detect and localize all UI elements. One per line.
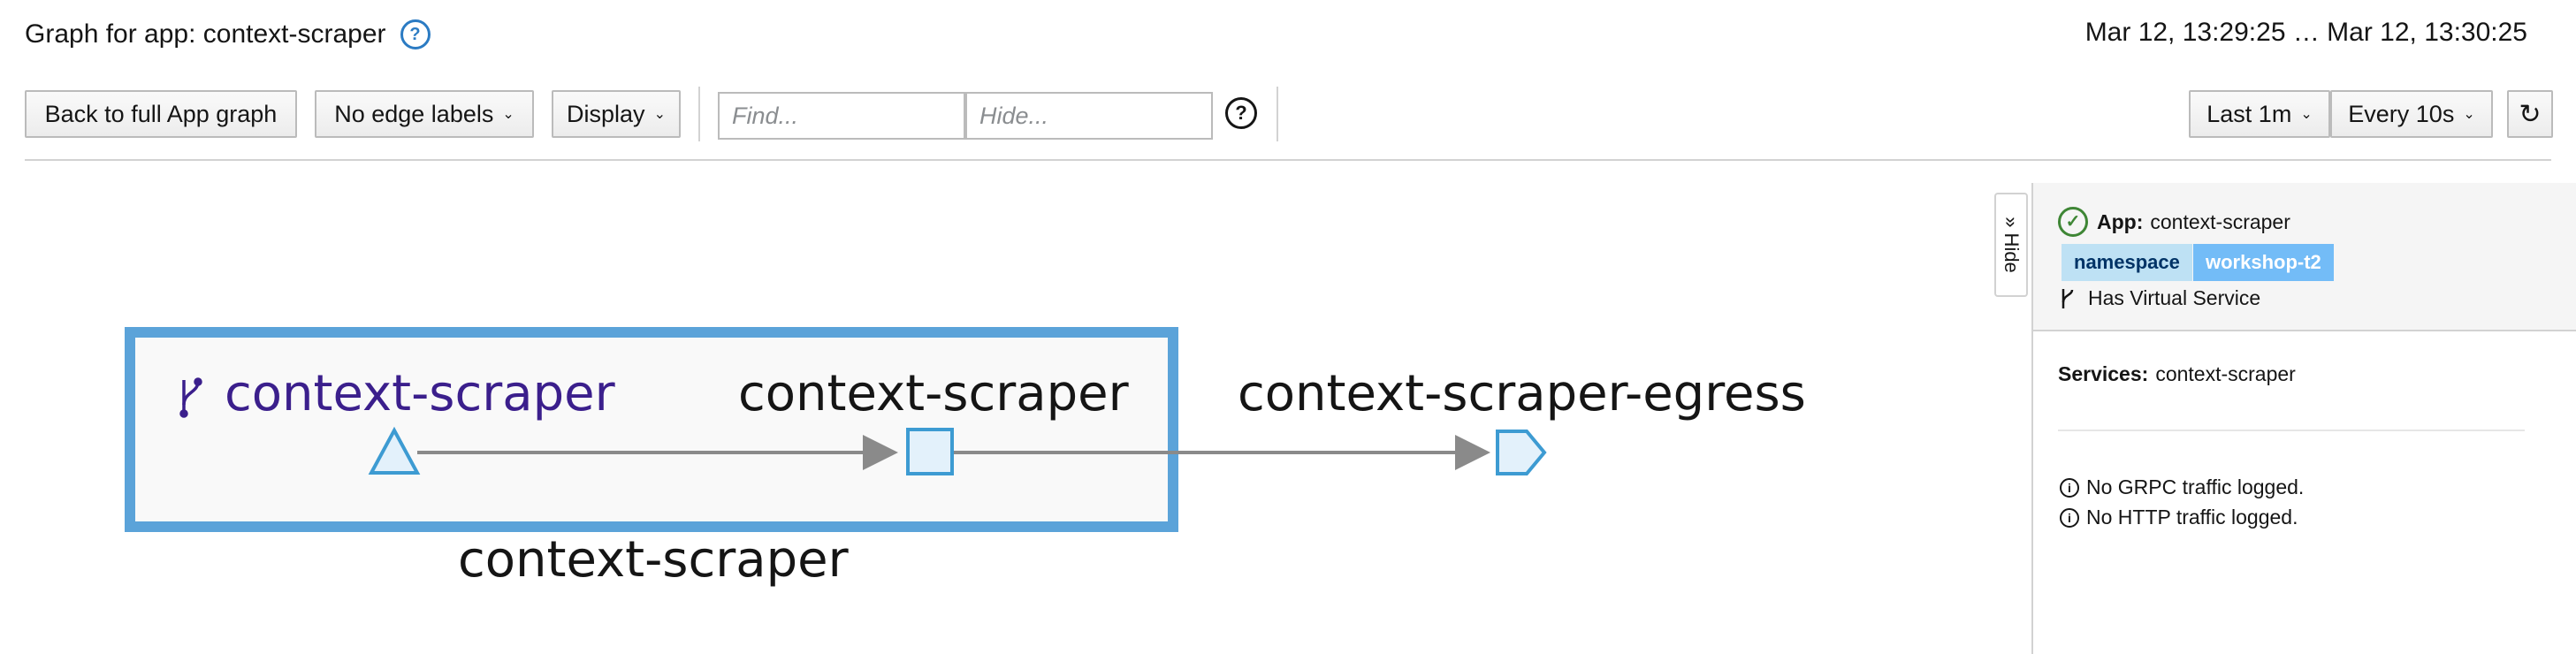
refresh-button[interactable]: ↻ (2507, 90, 2553, 138)
duration-dropdown[interactable]: Last 1m ⌄ (2189, 90, 2330, 138)
display-label: Display (567, 100, 645, 127)
edge-labels-dropdown[interactable]: No edge labels ⌄ (315, 90, 534, 138)
services-link[interactable]: context-scraper (2155, 362, 2296, 386)
http-note-row: i No HTTP traffic logged. (2060, 506, 2298, 529)
http-note: No HTTP traffic logged. (2086, 506, 2298, 529)
refresh-interval-label: Every 10s (2348, 100, 2455, 127)
edge-labels-label: No edge labels (334, 100, 494, 127)
find-input[interactable]: Find... (718, 92, 965, 140)
refresh-interval-dropdown[interactable]: Every 10s ⌄ (2330, 90, 2493, 138)
chevron-down-icon: ⌄ (653, 107, 666, 122)
page-title: Graph for app: context-scraper ? (25, 19, 431, 49)
app-label: App: (2097, 209, 2144, 233)
chevron-down-icon: ⌄ (2463, 107, 2475, 122)
back-to-full-graph-button[interactable]: Back to full App graph (25, 90, 297, 138)
app-summary-row: ✓ App: context-scraper (2058, 207, 2290, 237)
info-icon: i (2060, 507, 2079, 528)
chevron-down-icon: ⌄ (502, 107, 514, 122)
service-node[interactable] (906, 428, 954, 475)
virtual-service-row: Has Virtual Service (2060, 286, 2260, 310)
time-range-display: Mar 12, 13:29:25 … Mar 12, 13:30:25 (2084, 18, 2527, 47)
namespace-badge-value: workshop-t2 (2193, 244, 2334, 281)
namespace-badge-key: namespace (2062, 244, 2192, 281)
toolbar-divider (1277, 87, 1278, 141)
panel-divider (2058, 430, 2525, 431)
healthy-check-icon: ✓ (2058, 207, 2088, 237)
refresh-icon: ↻ (2519, 99, 2542, 129)
back-to-full-graph-label: Back to full App graph (44, 100, 278, 127)
app-node-label: context-scraper (225, 365, 616, 422)
egress-node-label: context-scraper-egress (1238, 365, 1806, 422)
app-box[interactable] (125, 327, 1178, 532)
duration-label: Last 1m (2206, 100, 2292, 127)
egress-node[interactable] (1496, 430, 1547, 475)
app-box-label: context-scraper (458, 531, 850, 589)
services-row: Services: context-scraper (2058, 362, 2296, 386)
services-label: Services: (2058, 362, 2149, 385)
help-icon[interactable]: ? (400, 19, 431, 49)
grpc-note-row: i No GRPC traffic logged. (2060, 475, 2304, 499)
page-title-text: Graph for app: context-scraper (25, 19, 386, 49)
branch-icon (2062, 288, 2074, 308)
display-dropdown[interactable]: Display ⌄ (552, 90, 681, 138)
hide-input[interactable]: Hide... (965, 92, 1213, 140)
app-name-link[interactable]: context-scraper (2150, 210, 2290, 234)
toolbar-divider (698, 87, 700, 141)
graph-canvas[interactable]: context-scraper context-scraper context-… (0, 161, 1989, 654)
hide-panel-label: » Hide (2001, 217, 2023, 273)
service-node-label: context-scraper (738, 365, 1130, 422)
find-help-icon[interactable]: ? (1225, 97, 1257, 129)
hide-panel-toggle[interactable]: » Hide (1994, 193, 2028, 297)
grpc-note: No GRPC traffic logged. (2086, 475, 2305, 498)
virtual-service-label: Has Virtual Service (2088, 286, 2261, 309)
chevron-down-icon: ⌄ (2300, 107, 2313, 122)
info-icon: i (2060, 477, 2079, 498)
